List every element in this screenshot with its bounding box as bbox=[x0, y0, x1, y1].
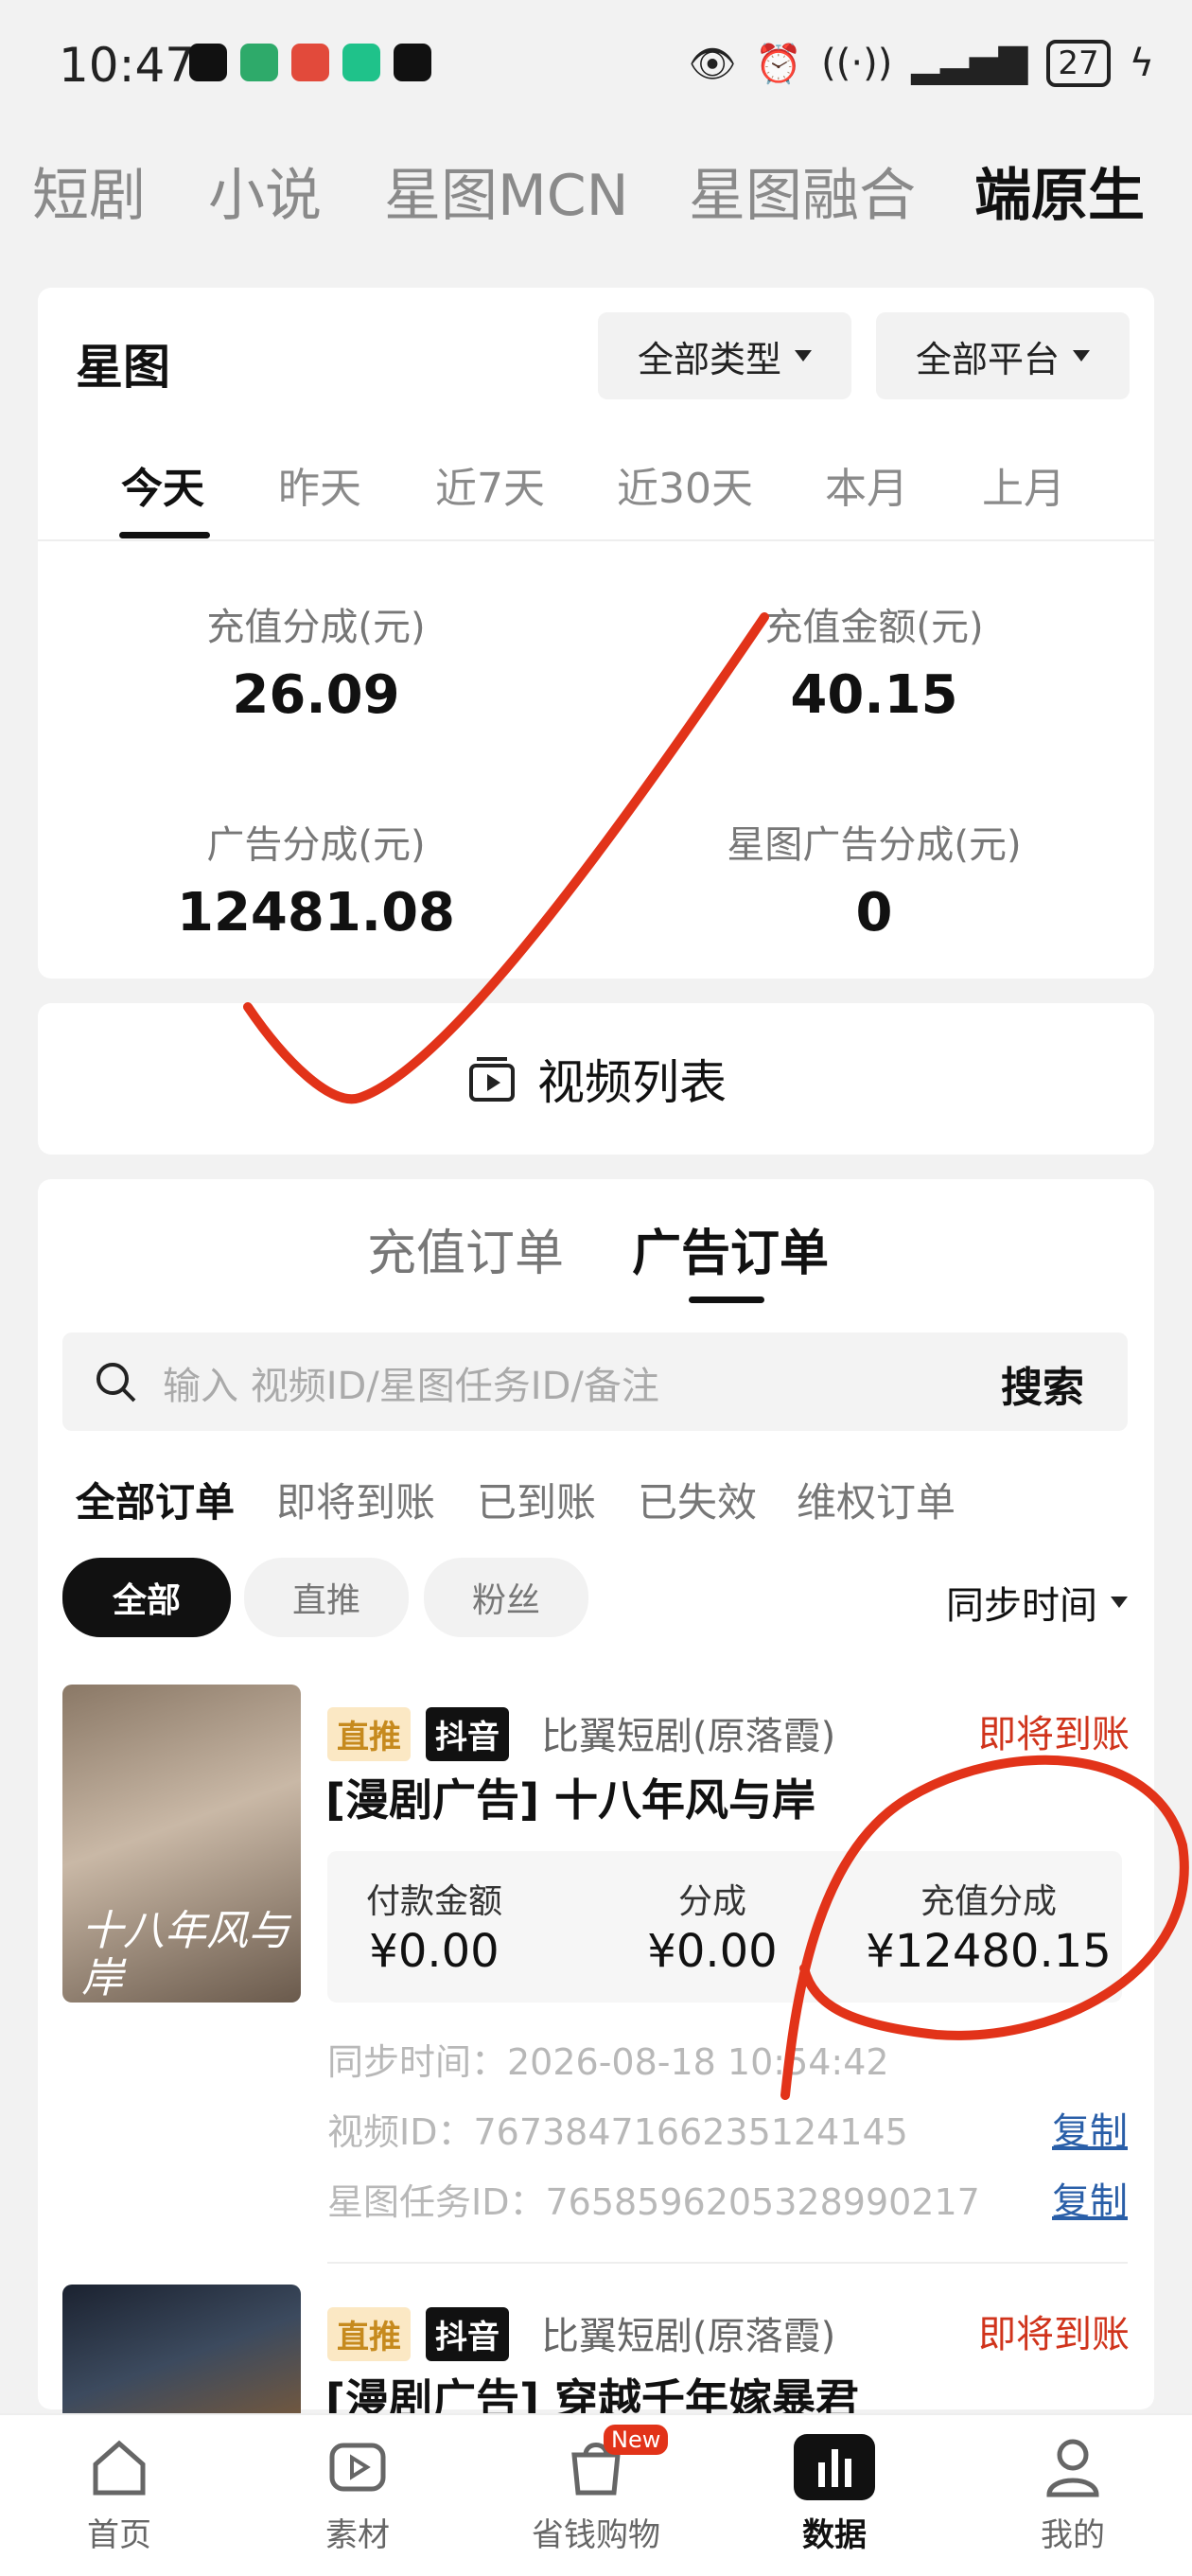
tab-home[interactable]: 首页 bbox=[0, 2434, 238, 2555]
play-icon bbox=[329, 2443, 386, 2492]
red-circle bbox=[780, 1756, 1189, 2100]
tab-home-label: 首页 bbox=[87, 2516, 151, 2554]
tab-shopping[interactable]: New 省钱购物 bbox=[477, 2425, 715, 2555]
tab-mine-label: 我的 bbox=[1041, 2516, 1105, 2554]
handwritten-annotations bbox=[243, 612, 1189, 2100]
tab-items: 首页 素材 New 省钱购物 数据 我的 bbox=[0, 2425, 1192, 2555]
home-icon bbox=[93, 2440, 146, 2496]
new-badge: New bbox=[604, 2425, 669, 2455]
tab-mine[interactable]: 我的 bbox=[954, 2434, 1192, 2555]
tab-data[interactable]: 数据 bbox=[715, 2434, 954, 2555]
red-checkmark bbox=[243, 612, 769, 1104]
tab-data-label: 数据 bbox=[802, 2516, 867, 2554]
user-icon bbox=[1046, 2439, 1099, 2497]
tab-shopping-label: 省钱购物 bbox=[532, 2516, 660, 2554]
tab-material[interactable]: 素材 bbox=[238, 2434, 477, 2555]
bar-chart-icon bbox=[794, 2434, 875, 2500]
tab-material-label: 素材 bbox=[325, 2516, 390, 2554]
